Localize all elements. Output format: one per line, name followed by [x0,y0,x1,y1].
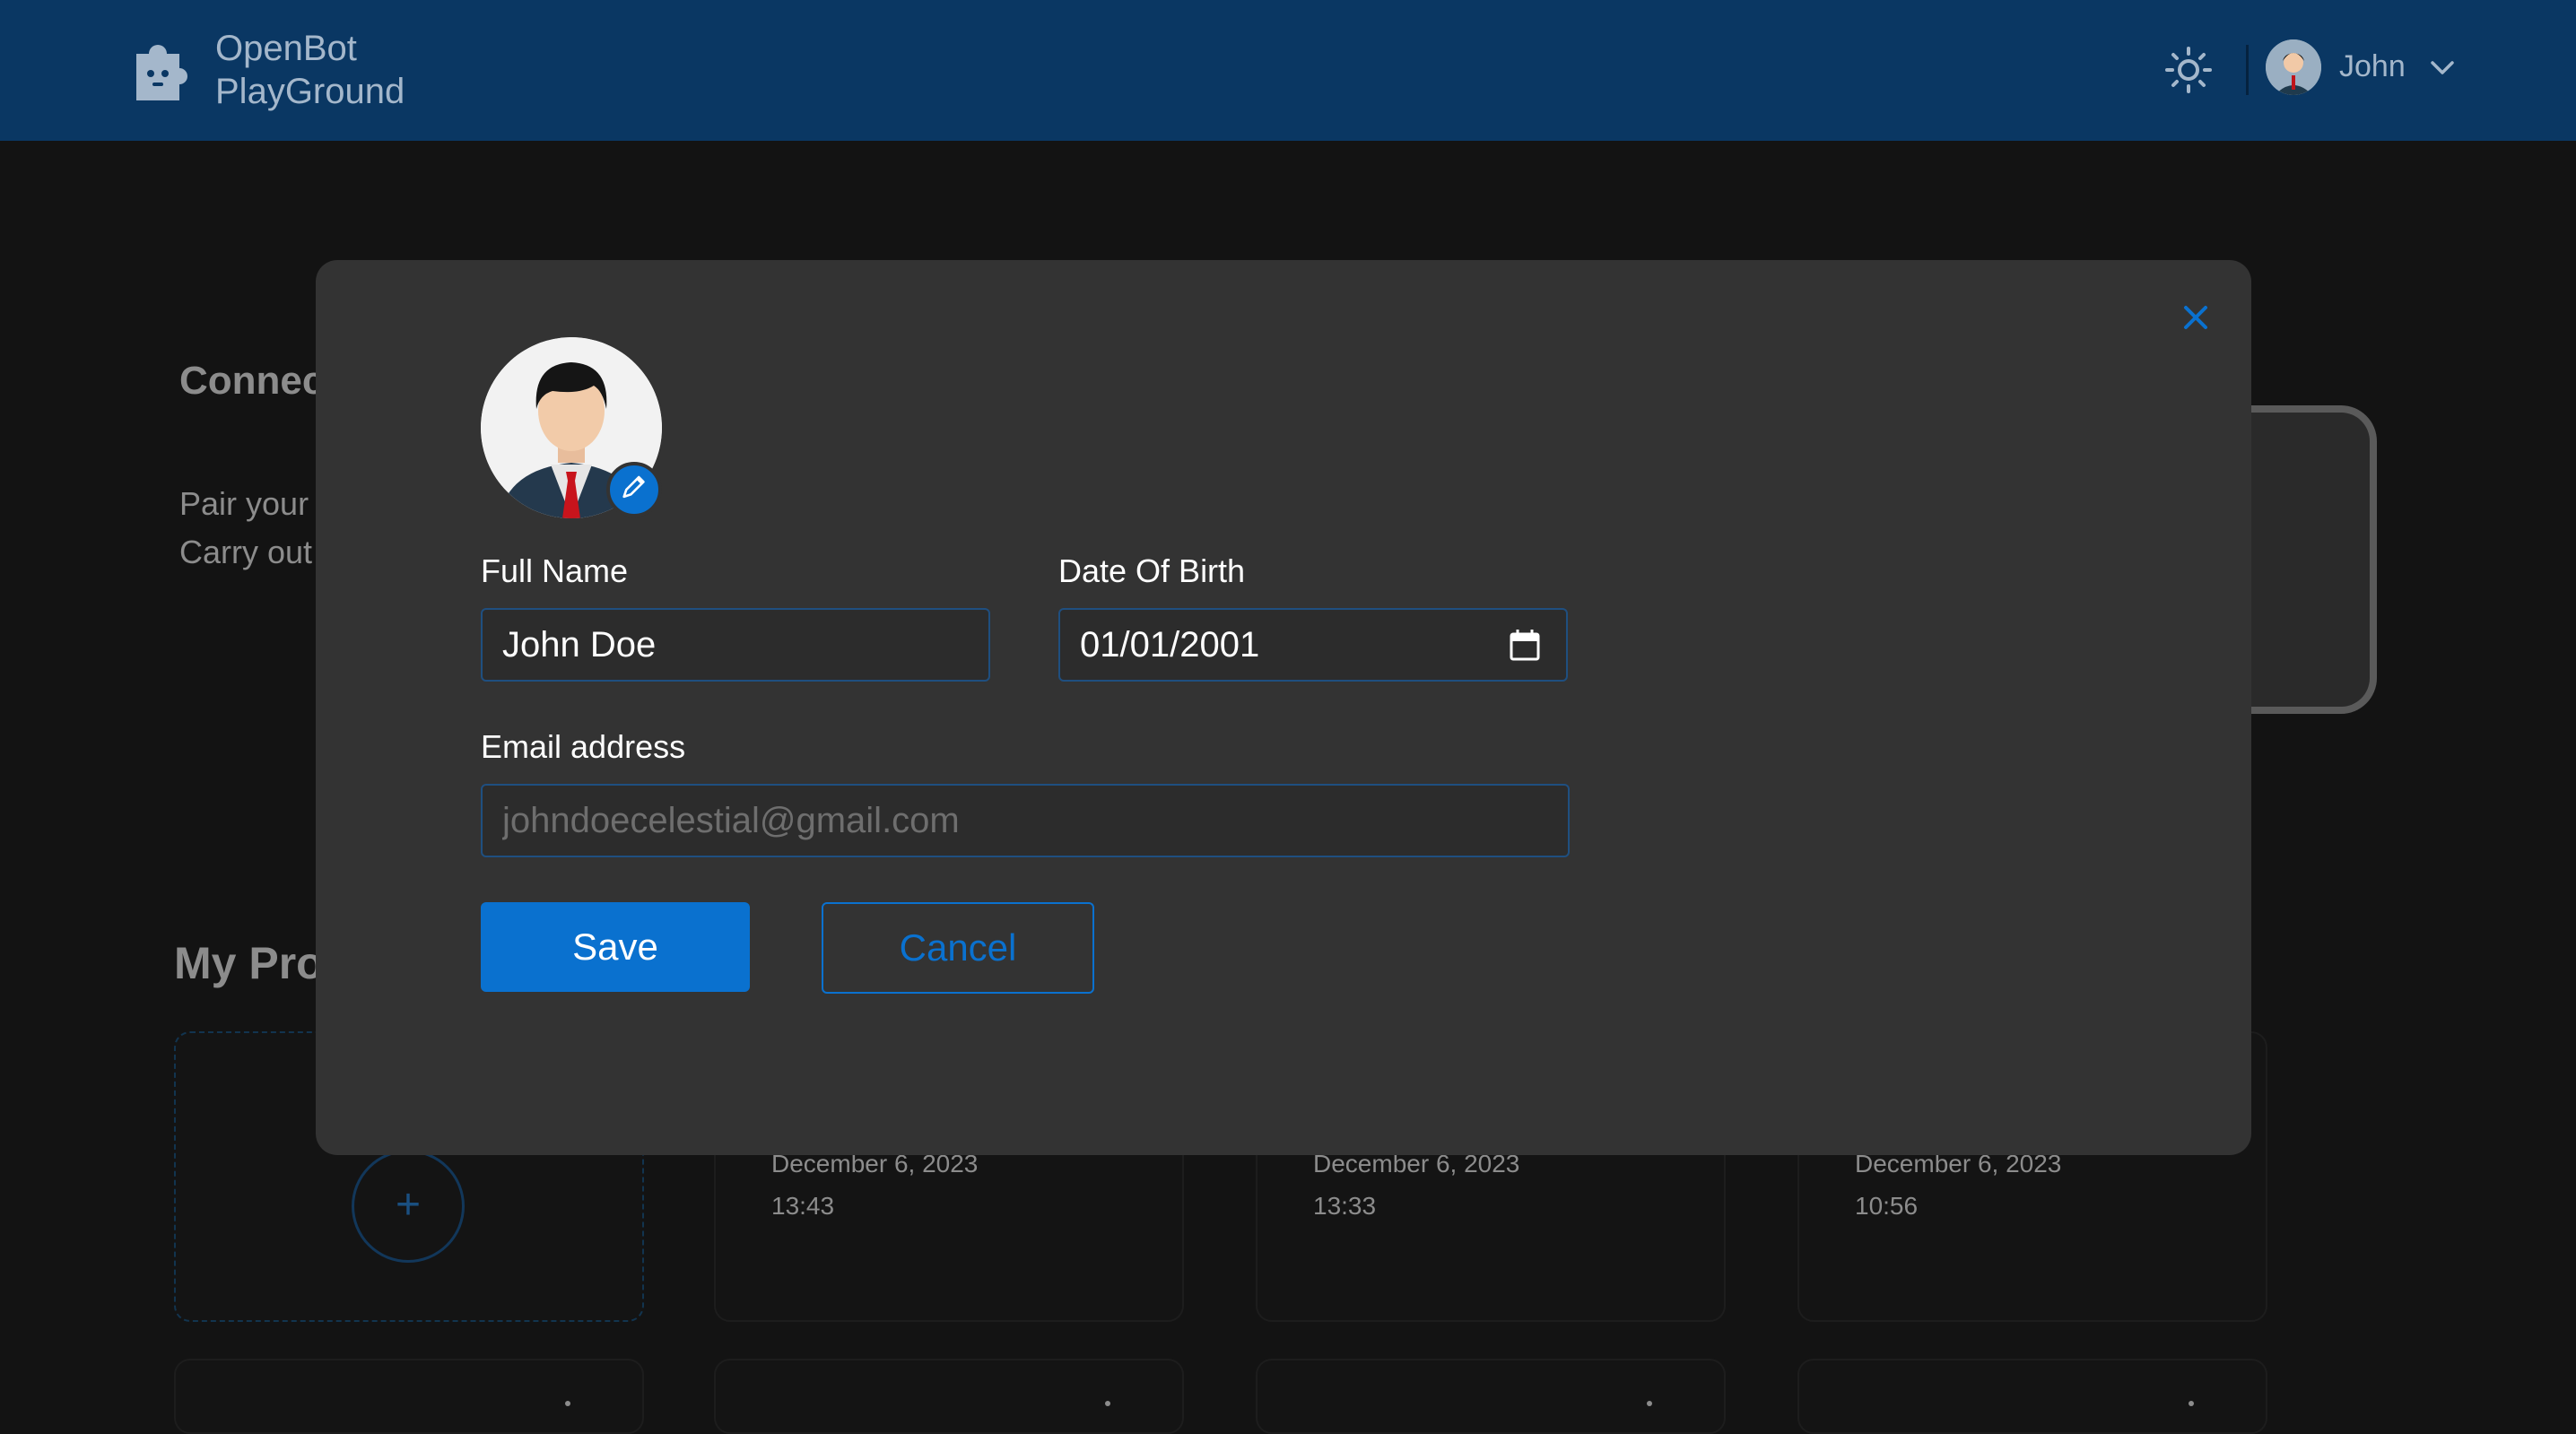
logo-puzzle-icon[interactable] [129,34,196,102]
header-divider [2246,45,2249,95]
projects-heading: My Proj [174,938,336,988]
close-icon[interactable] [2180,301,2212,334]
more-options-icon[interactable] [2189,1401,2194,1406]
more-options-icon[interactable] [1647,1401,1652,1406]
more-options-icon[interactable] [1105,1401,1110,1406]
connect-desc-line1: Pair your [179,485,309,522]
project-card[interactable] [1256,1359,1726,1434]
save-button[interactable]: Save [481,902,750,992]
app-name-line1: OpenBot [215,29,357,68]
dob-label: Date Of Birth [1058,552,1246,589]
more-options-icon[interactable] [565,1401,570,1406]
chevron-down-icon[interactable] [2429,56,2456,78]
project-card[interactable] [714,1359,1184,1434]
email-label: Email address [481,728,686,765]
connect-desc-line2: Carry out [179,534,313,570]
edit-profile-modal: Full Name Date Of Birth Email address Sa… [316,260,2251,1155]
project-time: 13:33 [1313,1192,1377,1220]
header-avatar[interactable] [2266,39,2321,95]
connect-heading: Connec [179,359,325,403]
project-time: 10:56 [1855,1192,1919,1220]
calendar-icon[interactable] [1509,628,1541,662]
connect-description: Pair your Carry out [179,480,312,577]
project-card[interactable] [174,1359,644,1434]
sun-icon[interactable] [2163,45,2214,95]
project-card[interactable] [1797,1359,2267,1434]
app-name-line2: PlayGround [215,72,405,111]
header-username[interactable]: John [2339,49,2406,84]
pencil-icon [622,475,645,499]
project-time: 13:43 [771,1192,835,1220]
add-project-button[interactable]: + [352,1150,465,1263]
edit-avatar-button[interactable] [606,462,662,517]
top-navbar: OpenBot PlayGround John [0,0,2576,141]
dob-input[interactable] [1058,608,1568,682]
cancel-button[interactable]: Cancel [822,902,1094,994]
full-name-label: Full Name [481,552,629,589]
email-input[interactable] [481,784,1570,857]
full-name-input[interactable] [481,608,990,682]
app-name[interactable]: OpenBot PlayGround [215,27,405,113]
